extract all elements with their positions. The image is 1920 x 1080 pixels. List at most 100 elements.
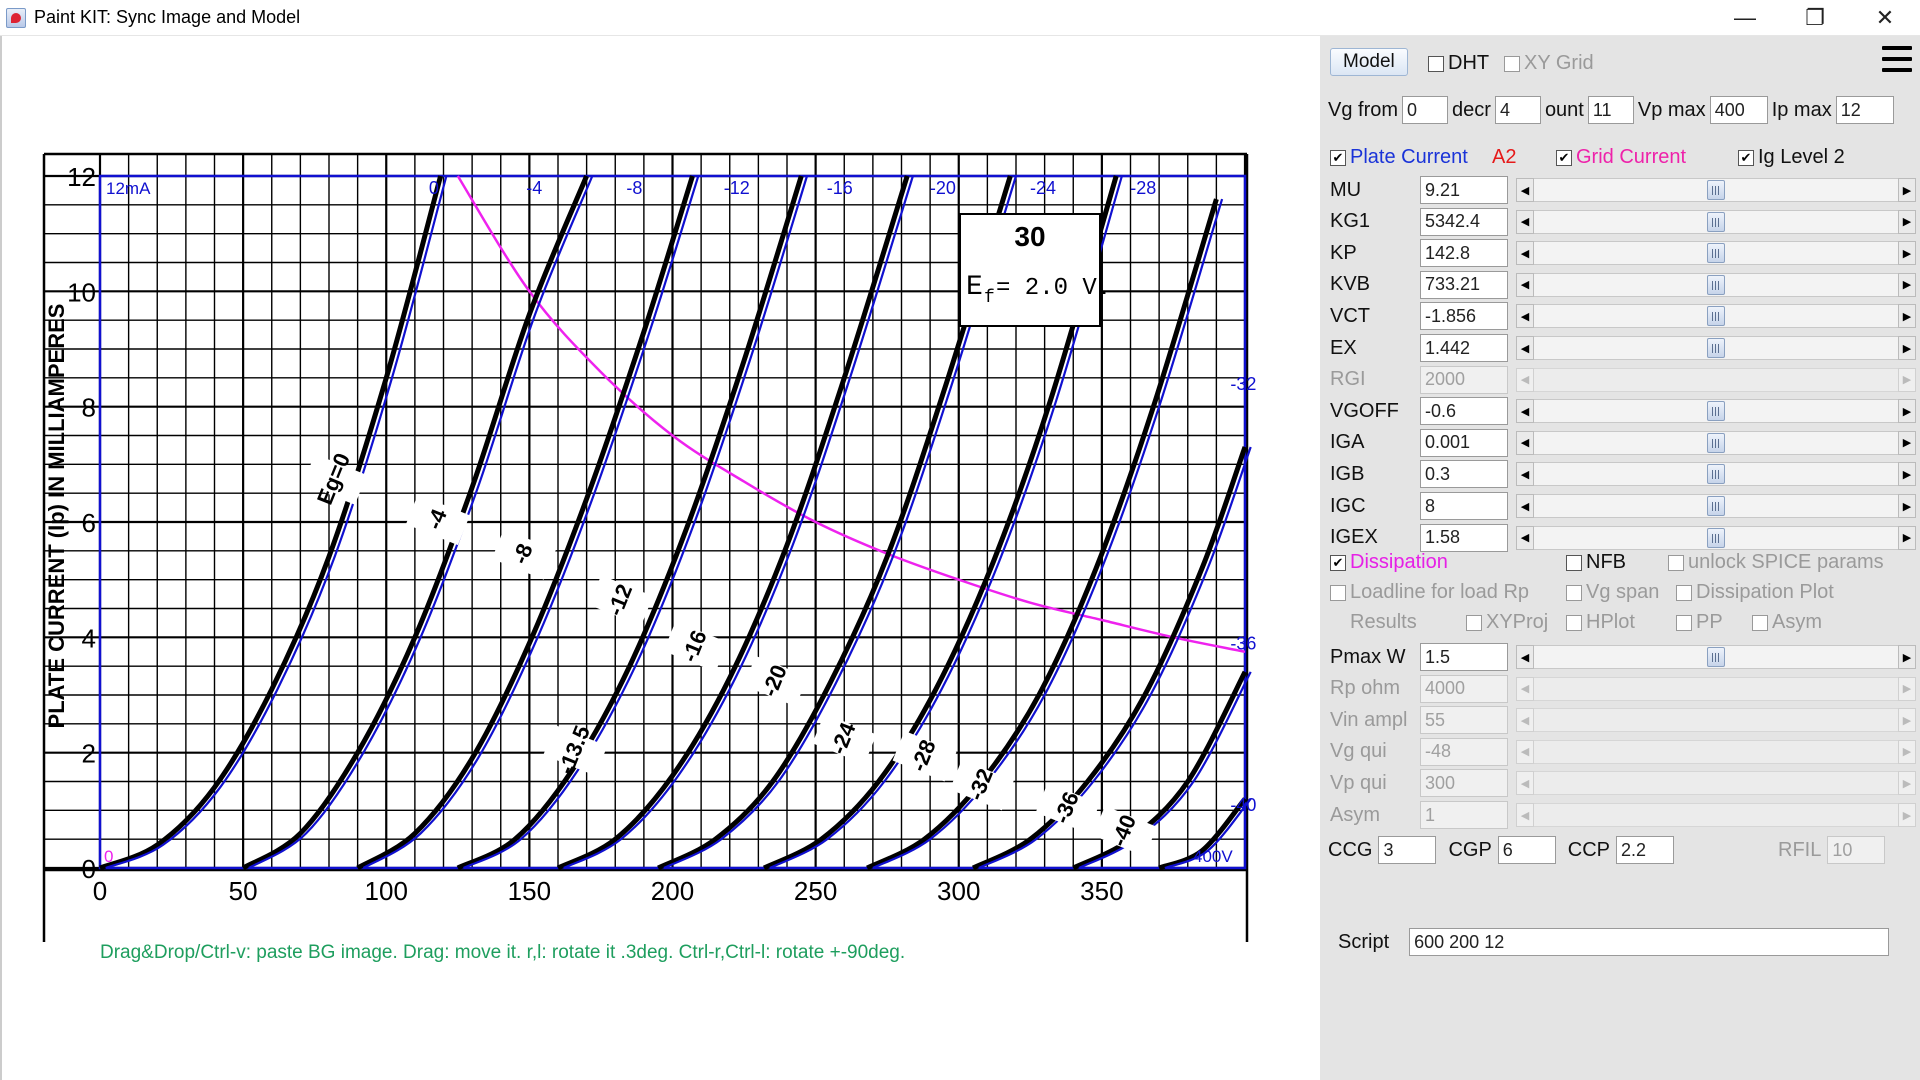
hamburger-menu-icon[interactable] xyxy=(1882,46,1912,72)
param-field[interactable]: 4000 xyxy=(1420,674,1508,703)
slider-right-arrow-icon[interactable]: ▶ xyxy=(1898,304,1916,329)
slider-right-arrow-icon[interactable]: ▶ xyxy=(1898,708,1916,733)
slider-right-arrow-icon[interactable]: ▶ xyxy=(1898,399,1916,424)
param-slider[interactable]: ◀ ▶ xyxy=(1516,272,1916,298)
slider-left-arrow-icon[interactable]: ◀ xyxy=(1516,336,1534,360)
slider-right-arrow-icon[interactable]: ▶ xyxy=(1898,462,1916,487)
slider-right-arrow-icon[interactable]: ▶ xyxy=(1898,645,1916,669)
slider-left-arrow-icon[interactable]: ◀ xyxy=(1516,739,1534,764)
slider-right-arrow-icon[interactable]: ▶ xyxy=(1898,367,1916,392)
param-field[interactable]: 1.442 xyxy=(1420,334,1508,362)
slider-track[interactable] xyxy=(1534,494,1898,518)
slider-thumb[interactable] xyxy=(1707,211,1725,232)
param-field[interactable]: -0.6 xyxy=(1420,397,1508,426)
ig-level-checkbox[interactable]: ✔ Ig Level 2 xyxy=(1738,146,1845,169)
pp-checkbox[interactable]: PP xyxy=(1676,611,1723,634)
slider-track[interactable] xyxy=(1534,739,1898,764)
param-field[interactable]: 1.5 xyxy=(1420,643,1508,671)
slider-left-arrow-icon[interactable]: ◀ xyxy=(1516,708,1534,733)
slider-track[interactable] xyxy=(1534,771,1898,796)
slider-thumb[interactable] xyxy=(1707,306,1725,327)
slider-right-arrow-icon[interactable]: ▶ xyxy=(1898,739,1916,764)
slider-left-arrow-icon[interactable]: ◀ xyxy=(1516,367,1534,392)
slider-thumb[interactable] xyxy=(1707,401,1725,422)
slider-left-arrow-icon[interactable]: ◀ xyxy=(1516,241,1534,266)
ccg-field[interactable]: 3 xyxy=(1378,836,1437,864)
rfil-field[interactable]: 10 xyxy=(1827,836,1886,864)
slider-left-arrow-icon[interactable]: ◀ xyxy=(1516,430,1534,455)
slider-left-arrow-icon[interactable]: ◀ xyxy=(1516,462,1534,487)
param-field[interactable]: 0.3 xyxy=(1420,460,1508,489)
slider-right-arrow-icon[interactable]: ▶ xyxy=(1898,178,1916,202)
slider-left-arrow-icon[interactable]: ◀ xyxy=(1516,272,1534,297)
loadline-checkbox[interactable]: Loadline for load Rp xyxy=(1330,581,1529,604)
slider-left-arrow-icon[interactable]: ◀ xyxy=(1516,178,1534,202)
slider-track[interactable] xyxy=(1534,708,1898,733)
slider-left-arrow-icon[interactable]: ◀ xyxy=(1516,209,1534,234)
slider-track[interactable] xyxy=(1534,399,1898,424)
param-slider[interactable]: ◀ ▶ xyxy=(1516,676,1916,702)
param-field[interactable]: 300 xyxy=(1420,769,1508,798)
param-slider[interactable]: ◀ ▶ xyxy=(1516,303,1916,329)
slider-thumb[interactable] xyxy=(1707,432,1725,453)
plate-current-checkbox[interactable]: ✔ Plate Current xyxy=(1330,146,1468,169)
slider-right-arrow-icon[interactable]: ▶ xyxy=(1898,676,1916,701)
param-slider[interactable]: ◀ ▶ xyxy=(1516,525,1916,551)
slider-track[interactable] xyxy=(1534,430,1898,455)
slider-thumb[interactable] xyxy=(1707,180,1725,200)
param-slider[interactable]: ◀ ▶ xyxy=(1516,493,1916,519)
slider-right-arrow-icon[interactable]: ▶ xyxy=(1898,209,1916,234)
slider-right-arrow-icon[interactable]: ▶ xyxy=(1898,336,1916,360)
slider-track[interactable] xyxy=(1534,525,1898,550)
maximize-button[interactable]: ❐ xyxy=(1780,0,1850,36)
param-slider[interactable]: ◀ ▶ xyxy=(1516,707,1916,733)
count-field[interactable]: 11 xyxy=(1587,96,1634,124)
ccp-field[interactable]: 2.2 xyxy=(1616,836,1675,864)
slider-track[interactable] xyxy=(1534,803,1898,827)
param-slider[interactable]: ◀ ▶ xyxy=(1516,240,1916,266)
param-slider[interactable]: ◀ ▶ xyxy=(1516,177,1916,203)
model-button[interactable]: Model xyxy=(1330,48,1408,76)
hplot-checkbox[interactable]: HPlot xyxy=(1566,611,1635,634)
slider-track[interactable] xyxy=(1534,367,1898,392)
grid-current-checkbox[interactable]: ✔ Grid Current xyxy=(1556,146,1686,169)
param-slider[interactable]: ◀ ▶ xyxy=(1516,430,1916,456)
minimize-button[interactable]: — xyxy=(1710,0,1780,36)
slider-left-arrow-icon[interactable]: ◀ xyxy=(1516,525,1534,550)
slider-track[interactable] xyxy=(1534,241,1898,266)
vp-max-field[interactable]: 400 xyxy=(1709,96,1768,124)
slider-track[interactable] xyxy=(1534,209,1898,234)
image-canvas[interactable]: 0 -4 -8 -12 -16 -20 -24 -28 -32 -36 -40 Eg=0 -4 -8 -12… xyxy=(0,36,1320,1080)
unlock-spice-checkbox[interactable]: unlock SPICE params xyxy=(1668,551,1884,574)
param-slider[interactable]: ◀ ▶ xyxy=(1516,335,1916,361)
param-field[interactable]: -1.856 xyxy=(1420,302,1508,331)
param-field[interactable]: 1.58 xyxy=(1420,523,1508,552)
param-field[interactable]: 2000 xyxy=(1420,365,1508,394)
slider-track[interactable] xyxy=(1534,645,1898,669)
param-field[interactable]: 8 xyxy=(1420,492,1508,520)
param-slider[interactable]: ◀ ▶ xyxy=(1516,209,1916,235)
decr-field[interactable]: 4 xyxy=(1494,96,1541,124)
close-button[interactable]: ✕ xyxy=(1850,0,1920,36)
slider-thumb[interactable] xyxy=(1707,274,1725,295)
slider-left-arrow-icon[interactable]: ◀ xyxy=(1516,399,1534,424)
slider-track[interactable] xyxy=(1534,676,1898,701)
param-field[interactable]: -48 xyxy=(1420,737,1508,766)
param-slider[interactable]: ◀ ▶ xyxy=(1516,644,1916,670)
asym-checkbox[interactable]: Asym xyxy=(1752,611,1822,634)
slider-thumb[interactable] xyxy=(1707,527,1725,548)
param-slider[interactable]: ◀ ▶ xyxy=(1516,367,1916,393)
slider-track[interactable] xyxy=(1534,336,1898,360)
dissipation-plot-checkbox[interactable]: Dissipation Plot xyxy=(1676,581,1834,604)
slider-right-arrow-icon[interactable]: ▶ xyxy=(1898,494,1916,518)
param-field[interactable]: 55 xyxy=(1420,706,1508,735)
slider-track[interactable] xyxy=(1534,272,1898,297)
dissipation-checkbox[interactable]: ✔ Dissipation xyxy=(1330,551,1448,574)
dht-checkbox[interactable]: DHT xyxy=(1428,52,1489,75)
slider-thumb[interactable] xyxy=(1707,496,1725,516)
vg-from-field[interactable]: 0 xyxy=(1402,96,1449,124)
slider-right-arrow-icon[interactable]: ▶ xyxy=(1898,430,1916,455)
slider-thumb[interactable] xyxy=(1707,464,1725,485)
slider-thumb[interactable] xyxy=(1707,243,1725,264)
param-field[interactable]: 9.21 xyxy=(1420,176,1508,204)
